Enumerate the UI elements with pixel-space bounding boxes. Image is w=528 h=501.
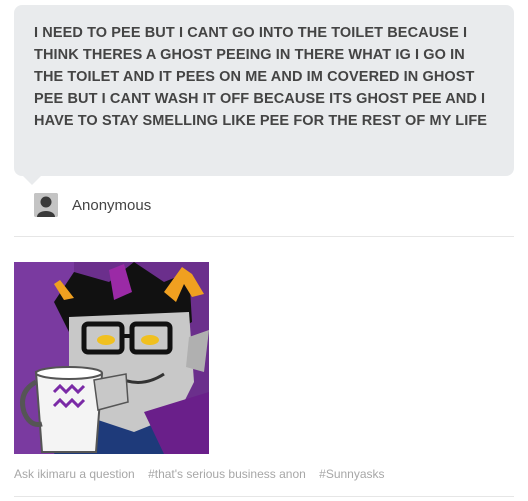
anonymous-silhouette-icon (34, 193, 58, 217)
ask-link[interactable]: Ask ikimaru a question (14, 467, 135, 481)
tag-link[interactable]: #that's serious business anon (148, 467, 306, 481)
post-image[interactable] (14, 262, 209, 454)
question-text: I NEED TO PEE BUT I CANT GO INTO THE TOI… (34, 25, 488, 129)
divider (14, 236, 514, 237)
tags-row: Ask ikimaru a question #that's serious b… (14, 467, 395, 481)
divider (14, 496, 514, 497)
tag-link[interactable]: #Sunnyasks (319, 467, 384, 481)
asker-row: Anonymous (34, 192, 151, 218)
bubble-tail (23, 176, 41, 185)
question-bubble: I NEED TO PEE BUT I CANT GO INTO THE TOI… (14, 5, 514, 176)
asker-name[interactable]: Anonymous (72, 197, 151, 214)
